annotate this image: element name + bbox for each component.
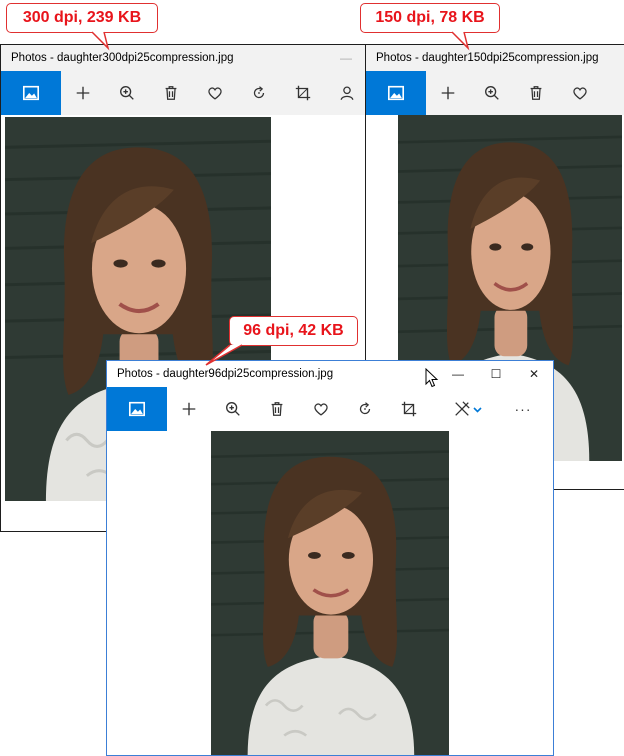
- crop-icon: [294, 84, 312, 102]
- add-icon: [74, 84, 92, 102]
- favorite-icon: [571, 84, 589, 102]
- favorite-button[interactable]: [299, 387, 343, 431]
- minimize-button[interactable]: —: [439, 361, 477, 387]
- delete-icon: [527, 84, 545, 102]
- photos-home-button[interactable]: [366, 71, 426, 115]
- callout-pointer: [451, 31, 470, 51]
- zoom-in-icon: [118, 84, 136, 102]
- minimize-button[interactable]: —: [327, 45, 365, 71]
- zoom-button[interactable]: [470, 71, 514, 115]
- more-icon: ···: [514, 401, 532, 417]
- mouse-cursor-icon: [425, 368, 439, 388]
- add-button[interactable]: [167, 387, 211, 431]
- callout-text: 300 dpi, 239 KB: [22, 9, 142, 26]
- photos-home-button[interactable]: [107, 387, 167, 431]
- favorite-icon: [312, 400, 330, 418]
- rotate-icon: [250, 84, 268, 102]
- photos-home-icon: [128, 400, 146, 418]
- delete-button[interactable]: [255, 387, 299, 431]
- crop-button[interactable]: [281, 71, 325, 115]
- favorite-button[interactable]: [558, 71, 602, 115]
- title-bar[interactable]: Photos - daughter96dpi25compression.jpg …: [107, 361, 553, 387]
- add-icon: [180, 400, 198, 418]
- photos-window-96dpi[interactable]: Photos - daughter96dpi25compression.jpg …: [106, 360, 554, 756]
- zoom-button[interactable]: [105, 71, 149, 115]
- crop-icon: [400, 400, 418, 418]
- photo: [211, 431, 449, 756]
- maximize-button[interactable]: ☐: [477, 361, 515, 387]
- add-button[interactable]: [61, 71, 105, 115]
- title-bar[interactable]: Photos - daughter300dpi25compression.jpg…: [1, 45, 365, 71]
- window-title: Photos - daughter96dpi25compression.jpg: [117, 368, 334, 380]
- callout-96dpi: 96 dpi, 42 KB: [229, 316, 358, 346]
- close-button[interactable]: ✕: [515, 361, 553, 387]
- title-bar[interactable]: Photos - daughter150dpi25compression.jpg: [366, 45, 624, 71]
- window-title: Photos - daughter300dpi25compression.jpg: [11, 52, 234, 64]
- delete-icon: [268, 400, 286, 418]
- rotate-button[interactable]: [237, 71, 281, 115]
- edit-draw-button[interactable]: [441, 387, 493, 431]
- image-viewer: [107, 431, 553, 755]
- zoom-in-icon: [224, 400, 242, 418]
- more-button[interactable]: ···: [501, 387, 545, 431]
- rotate-button[interactable]: [343, 387, 387, 431]
- photos-home-icon: [22, 84, 40, 102]
- people-button[interactable]: [325, 71, 366, 115]
- callout-text: 96 dpi, 42 KB: [243, 322, 344, 339]
- person-icon: [338, 84, 356, 102]
- add-icon: [439, 84, 457, 102]
- favorite-icon: [206, 84, 224, 102]
- chevron-down-icon: [472, 406, 482, 413]
- add-button[interactable]: [426, 71, 470, 115]
- callout-pointer: [205, 344, 243, 366]
- toolbar: [1, 71, 365, 115]
- toolbar: ···: [107, 387, 553, 431]
- callout-pointer: [91, 31, 110, 51]
- delete-button[interactable]: [514, 71, 558, 115]
- favorite-button[interactable]: [193, 71, 237, 115]
- crop-button[interactable]: [387, 387, 431, 431]
- callout-150dpi: 150 dpi, 78 KB: [360, 3, 500, 33]
- delete-button[interactable]: [149, 71, 193, 115]
- window-title: Photos - daughter150dpi25compression.jpg: [376, 52, 599, 64]
- callout-text: 150 dpi, 78 KB: [375, 9, 485, 26]
- edit-draw-icon: [453, 400, 471, 418]
- photos-home-button[interactable]: [1, 71, 61, 115]
- delete-icon: [162, 84, 180, 102]
- rotate-icon: [356, 400, 374, 418]
- photos-home-icon: [387, 84, 405, 102]
- zoom-in-icon: [483, 84, 501, 102]
- callout-300dpi: 300 dpi, 239 KB: [6, 3, 158, 33]
- zoom-button[interactable]: [211, 387, 255, 431]
- toolbar: [366, 71, 624, 115]
